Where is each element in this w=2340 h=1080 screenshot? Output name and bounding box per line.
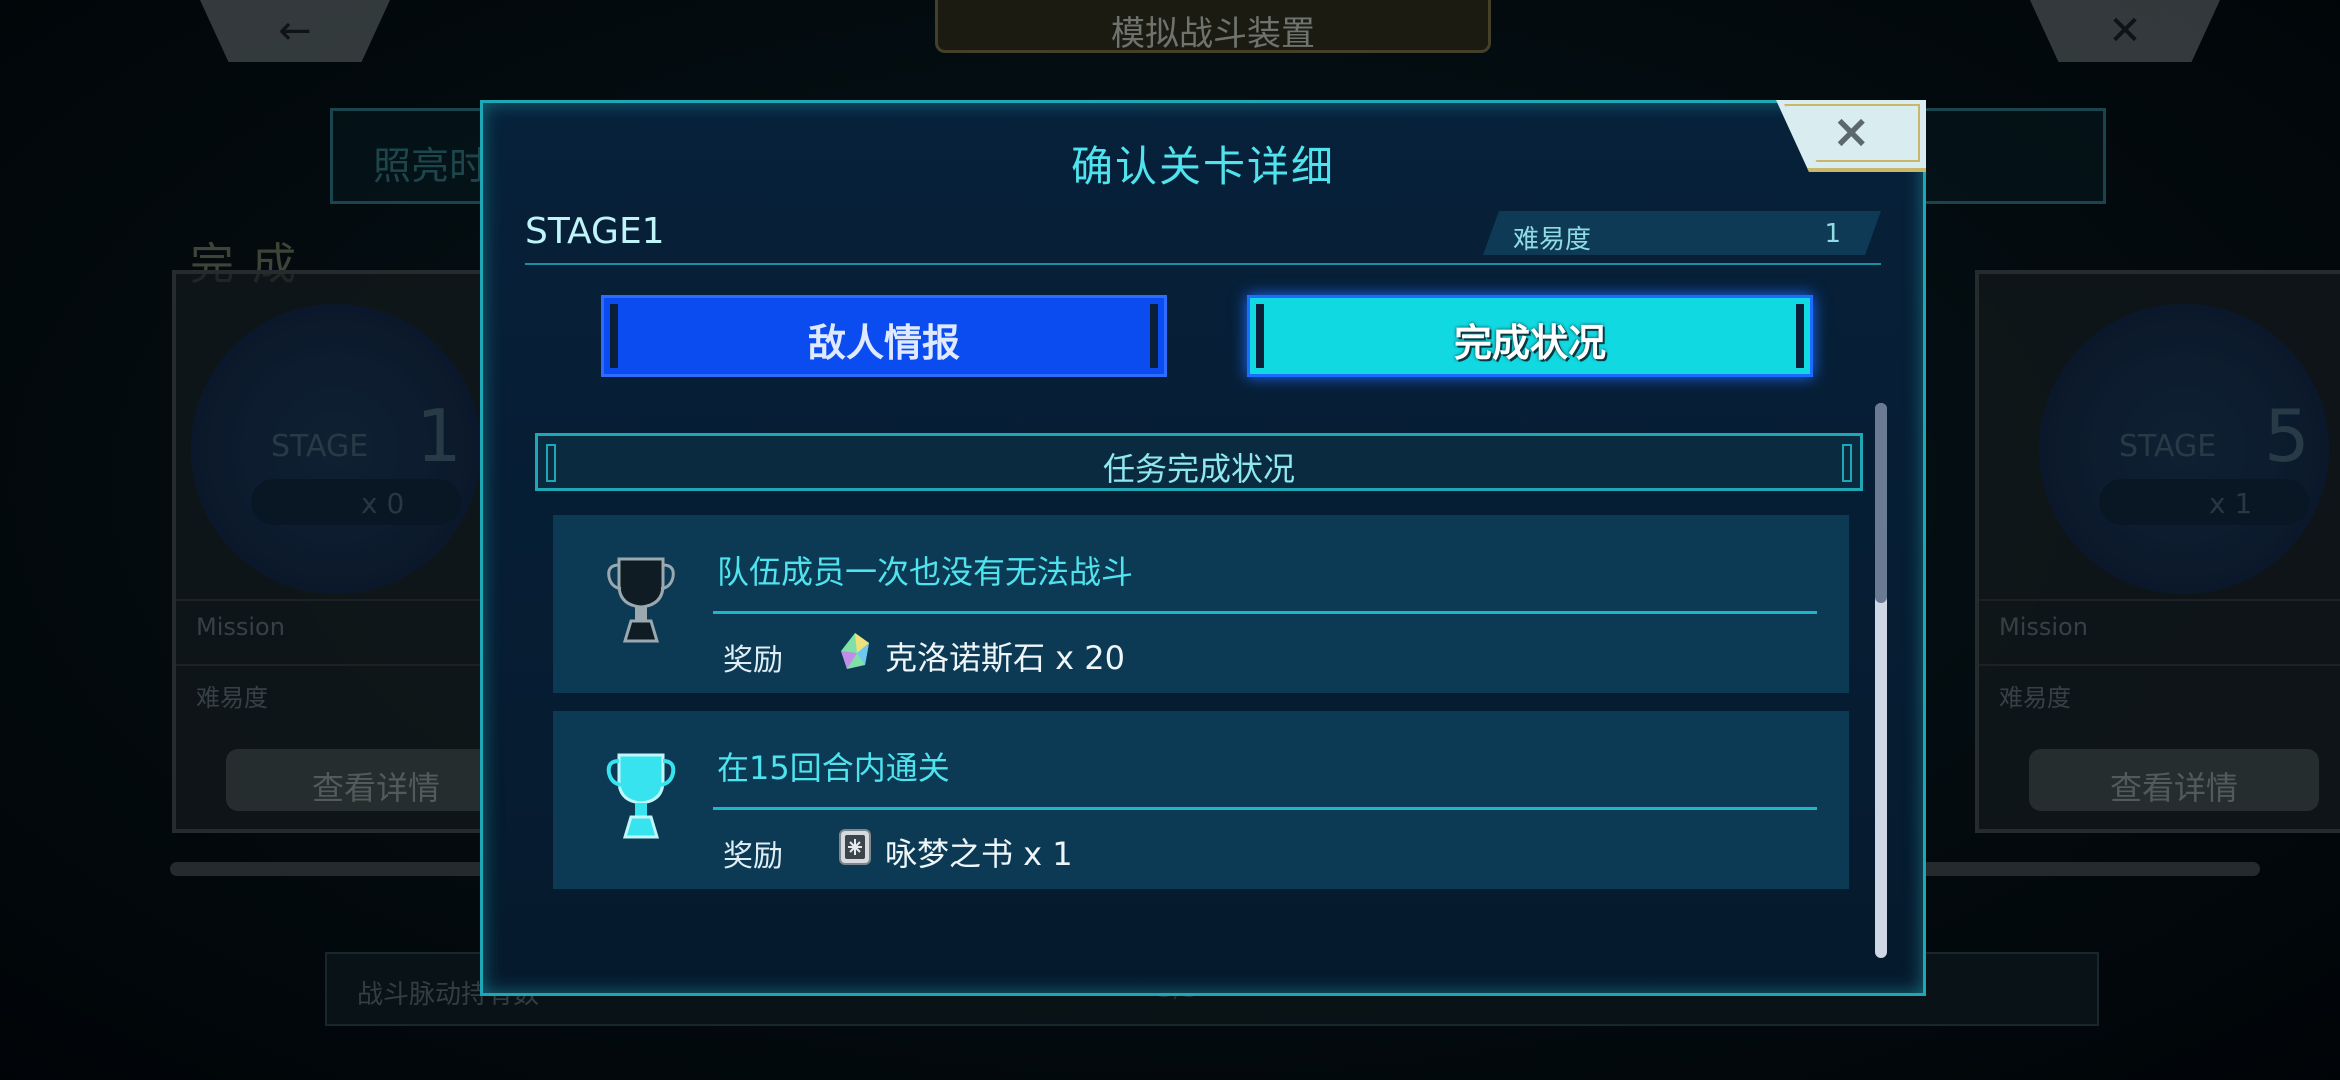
stage-detail-modal: 确认关卡详细 × STAGE1 难易度 1 敌人情报 完成状况 任务完成状况 队… [480,100,1926,996]
tab-enemy-info-label: 敌人情报 [807,320,960,365]
mission-divider [713,807,1817,810]
stage-label: STAGE1 [525,211,665,252]
mission-divider [713,611,1817,614]
reward-text: 克洛诺斯石 x 20 [885,639,1126,677]
section-header: 任务完成状况 [535,433,1863,491]
reward-text: 咏梦之书 x 1 [885,835,1073,873]
tab-completion-status-label: 完成状况 [1453,320,1606,365]
difficulty-label: 难易度 [1513,225,1592,255]
tab-enemy-info[interactable]: 敌人情报 [601,295,1167,377]
close-icon: × [1832,104,1871,158]
chronos-stone-icon [841,633,869,669]
mission-title: 队伍成员一次也没有无法战斗 [717,553,1134,591]
mission-item: 在15回合内通关 奖励 咏梦之书 x 1 [553,711,1849,889]
trophy-cyan-icon [606,753,676,839]
mission-list-scrollbar[interactable] [1875,403,1887,958]
reward-label: 奖励 [723,643,783,678]
tab-completion-status[interactable]: 完成状况 [1247,295,1813,377]
mission-title: 在15回合内通关 [717,749,950,787]
dream-book-icon [839,829,871,865]
header-divider [525,263,1881,265]
difficulty-box: 难易度 1 [1483,211,1881,255]
modal-title: 确认关卡详细 [1070,142,1335,191]
reward-label: 奖励 [723,839,783,874]
trophy-dark-icon [607,557,675,643]
difficulty-value: 1 [1824,219,1841,249]
scrollbar-thumb[interactable] [1875,403,1887,603]
section-title: 任务完成状况 [1102,450,1295,488]
mission-item: 队伍成员一次也没有无法战斗 奖励 克洛诺斯石 x 20 [553,515,1849,693]
